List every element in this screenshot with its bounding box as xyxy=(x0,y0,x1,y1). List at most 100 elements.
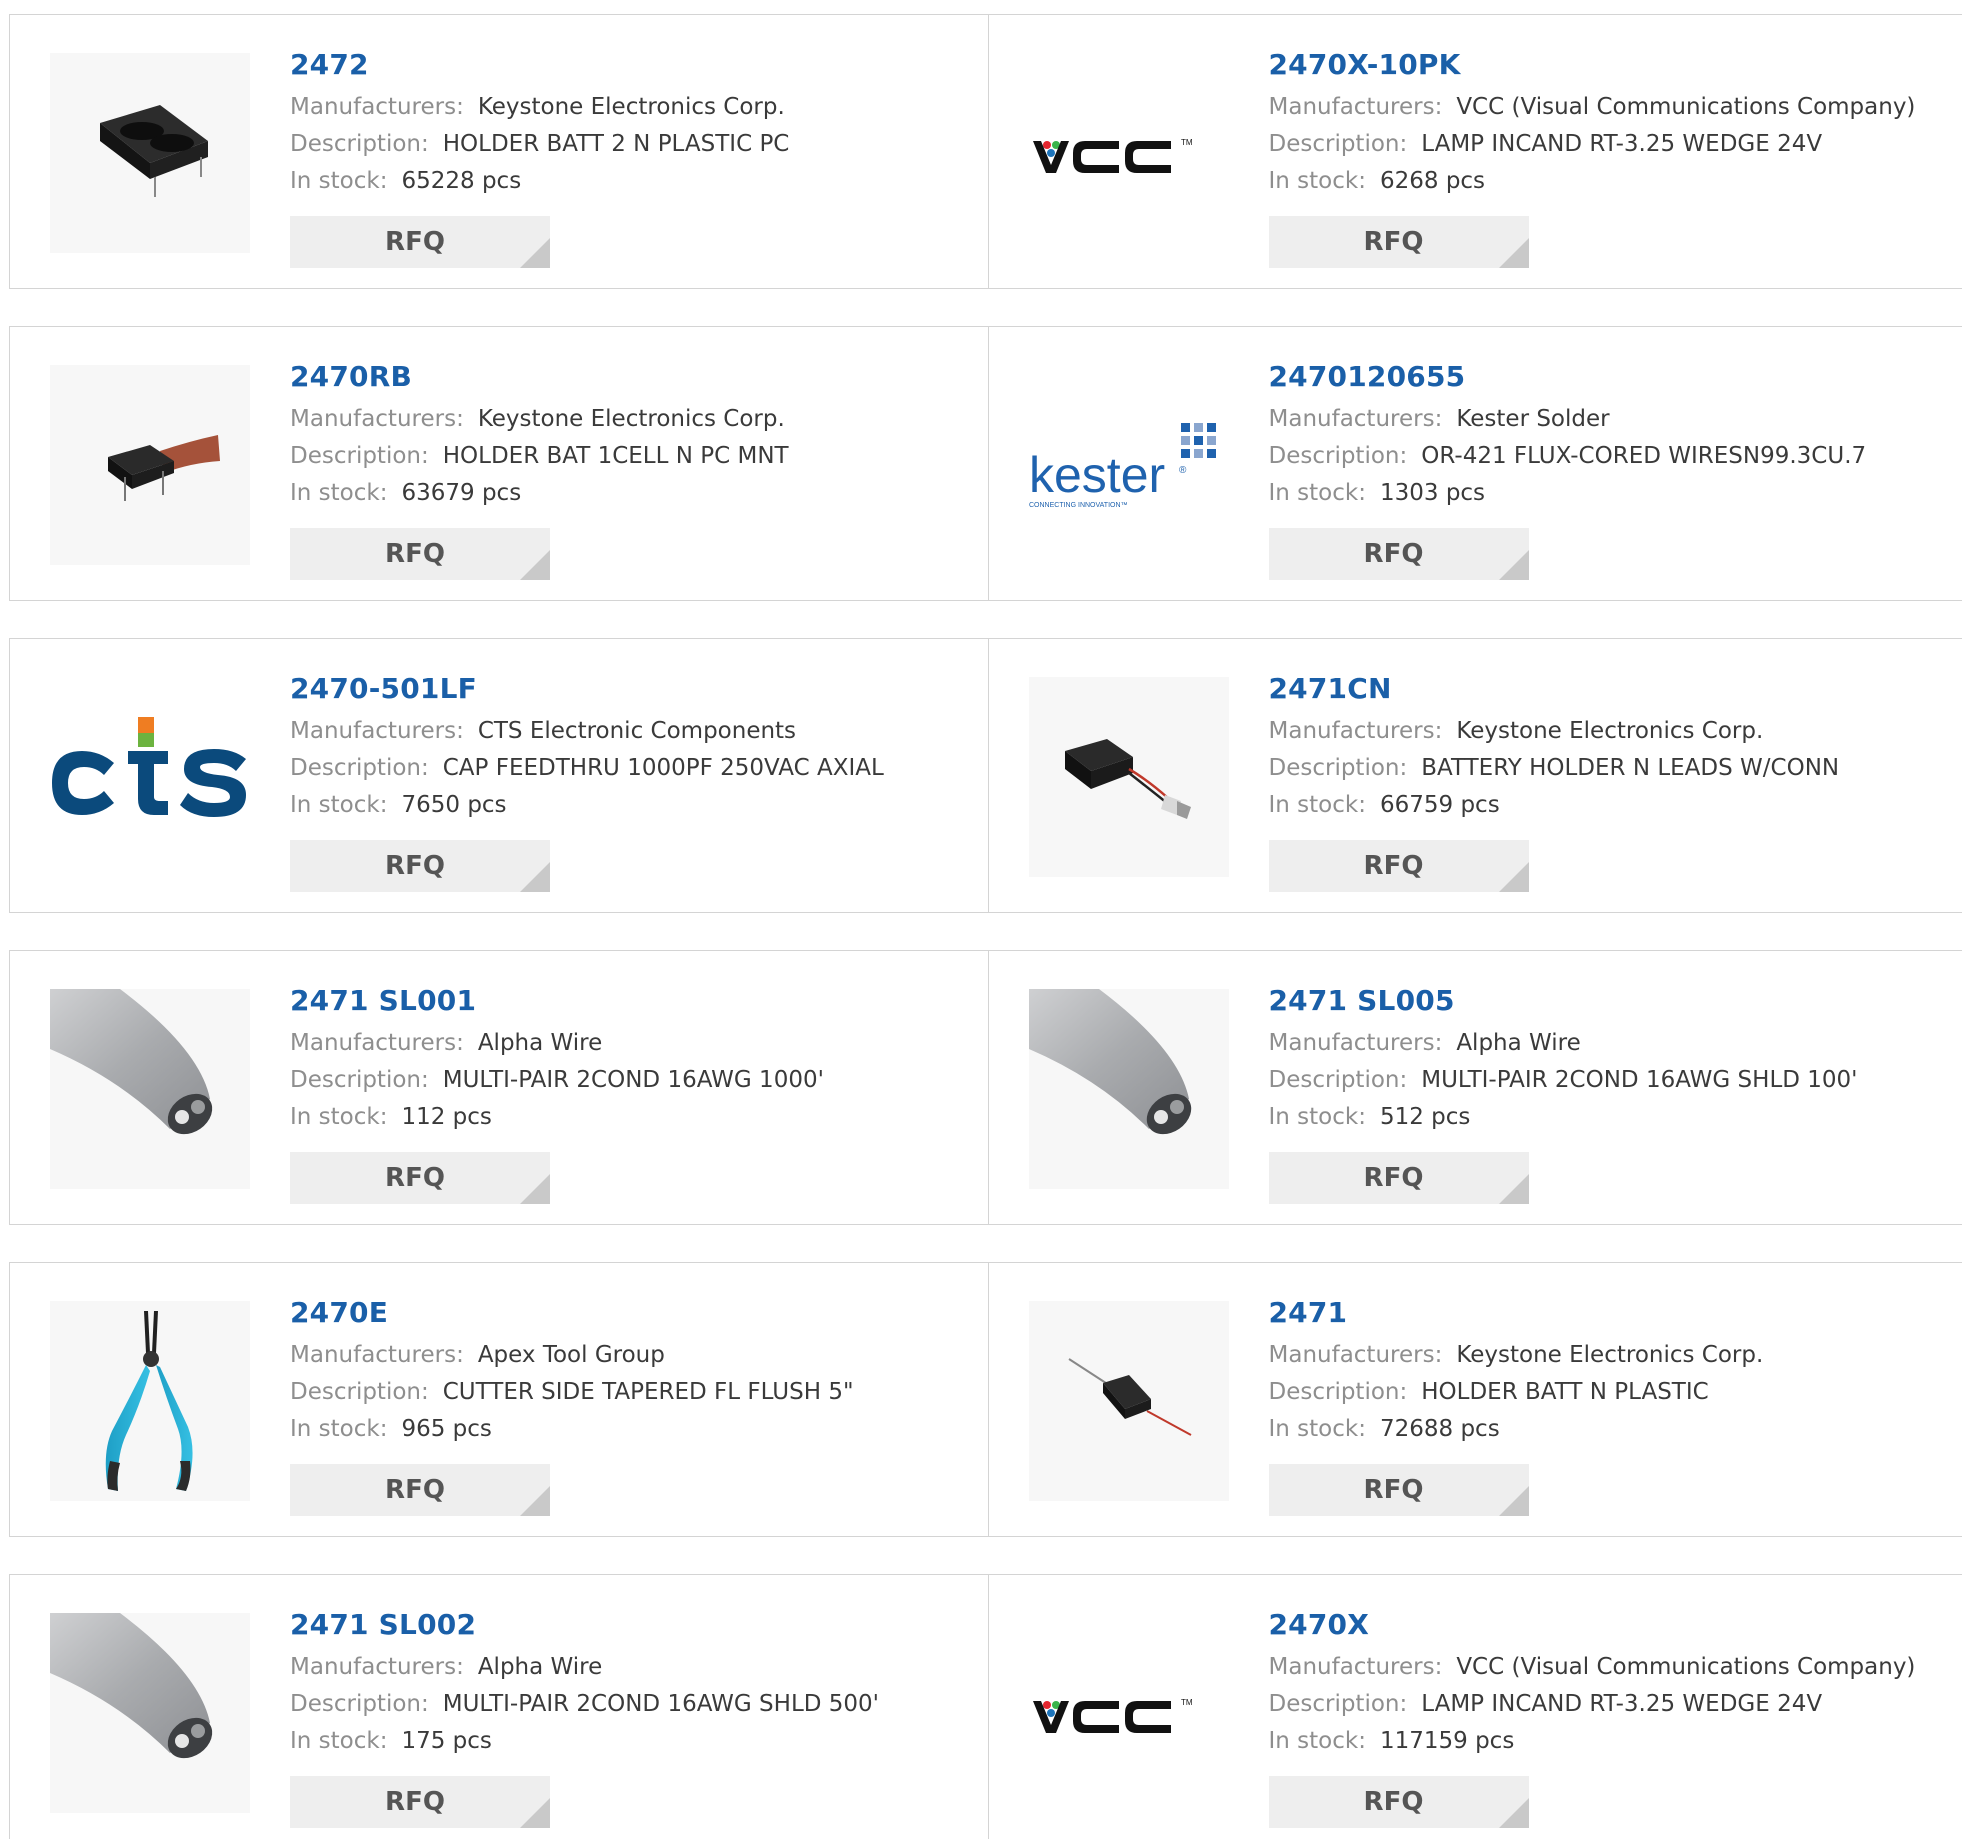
manufacturer-value: Alpha Wire xyxy=(477,1030,603,1056)
part-number-link[interactable]: 2471 SL001 xyxy=(290,981,824,1025)
product-image[interactable]: kester ® CONNECTING INNOVATION™ xyxy=(1029,365,1229,565)
part-number-link[interactable]: 2470RB xyxy=(290,357,789,401)
product-card: 2470-501LF Manufacturers: CTS Electronic … xyxy=(10,639,988,912)
product-image[interactable] xyxy=(50,989,250,1189)
rfq-button[interactable]: RFQ xyxy=(1268,216,1529,268)
part-number-link[interactable]: 2471 SL005 xyxy=(1269,981,1858,1025)
manufacturers-label: Manufacturers: xyxy=(1268,718,1443,744)
rfq-button-label: RFQ xyxy=(1363,1475,1424,1505)
rfq-button[interactable]: RFQ xyxy=(1268,1464,1529,1516)
product-image[interactable] xyxy=(50,365,250,565)
part-number-link[interactable]: 2470X-10PK xyxy=(1269,45,1916,89)
manufacturer-value: CTS Electronic Components xyxy=(477,718,797,744)
description-value: MULTI-PAIR 2COND 16AWG SHLD 100' xyxy=(1421,1067,1858,1093)
product-card: 2472 Manufacturers: Keystone Electronics … xyxy=(10,15,988,288)
description-label: Description: xyxy=(1268,1067,1408,1093)
description-label: Description: xyxy=(290,443,429,469)
stock-label: In stock: xyxy=(1268,480,1366,506)
stock-label: In stock: xyxy=(1268,1416,1366,1442)
cts-logo xyxy=(52,717,246,817)
rfq-button[interactable]: RFQ xyxy=(1268,1152,1529,1204)
product-card: TM 2470X-10PK Manufacturers: VCC (Visual … xyxy=(987,15,1962,288)
product-card: 2471 SL002 Manufacturers: Alpha Wire Desc… xyxy=(10,1575,988,1839)
product-card: 2471CN Manufacturers: Keystone Electronic… xyxy=(987,639,1962,912)
manufacturers-label: Manufacturers: xyxy=(1268,1030,1443,1056)
description-line: Description: BATTERY HOLDER N LEADS W/CON… xyxy=(1269,750,1840,787)
stock-value: 6268 pcs xyxy=(1379,168,1486,194)
part-number-link[interactable]: 2470-501LF xyxy=(290,669,884,713)
description-line: Description: OR-421 FLUX-CORED WIRESN99.3… xyxy=(1269,438,1867,475)
part-number-link[interactable]: 2470E xyxy=(290,1293,854,1337)
rfq-button-label: RFQ xyxy=(1363,539,1424,569)
description-line: Description: CAP FEEDTHRU 1000PF 250VAC A… xyxy=(290,750,884,787)
corner-triangle-icon xyxy=(1498,1798,1529,1828)
product-card: TM 2470X Manufacturers: VCC (Visual Commu… xyxy=(987,1575,1962,1839)
rfq-button[interactable]: RFQ xyxy=(290,1776,550,1828)
stock-value: 117159 pcs xyxy=(1379,1728,1515,1754)
product-image[interactable] xyxy=(50,677,250,877)
product-image[interactable] xyxy=(50,53,250,253)
rfq-button[interactable]: RFQ xyxy=(290,528,550,580)
product-card: 2471 SL005 Manufacturers: Alpha Wire Desc… xyxy=(987,951,1962,1224)
pliers-image xyxy=(105,1311,193,1491)
part-number-link[interactable]: 2471 SL002 xyxy=(290,1605,879,1649)
manufacturer-line: Manufacturers: Kester Solder xyxy=(1269,401,1867,438)
rfq-button[interactable]: RFQ xyxy=(290,216,550,268)
product-image[interactable] xyxy=(1028,677,1229,877)
rfq-button[interactable]: RFQ xyxy=(1268,840,1529,892)
manufacturer-value: Keystone Electronics Corp. xyxy=(1456,1342,1764,1368)
description-line: Description: MULTI-PAIR 2COND 16AWG SHLD … xyxy=(1269,1062,1858,1099)
stock-value: 175 pcs xyxy=(401,1728,492,1754)
rfq-button-label: RFQ xyxy=(1363,227,1424,257)
stock-value: 72688 pcs xyxy=(1379,1416,1500,1442)
stock-line: In stock: 7650 pcs xyxy=(290,787,884,824)
part-number-link[interactable]: 2471 xyxy=(1269,1293,1764,1337)
manufacturers-label: Manufacturers: xyxy=(290,718,464,744)
svg-text:TM: TM xyxy=(1181,138,1193,147)
product-card: kester ® CONNECTING INNOVATION™ 24701206… xyxy=(987,327,1962,600)
vcc-logo: TM xyxy=(1032,138,1193,173)
part-number-link[interactable]: 2472 xyxy=(290,45,789,89)
stock-line: In stock: 66759 pcs xyxy=(1269,787,1840,824)
product-image[interactable] xyxy=(50,1613,250,1813)
corner-triangle-icon xyxy=(1498,1486,1529,1516)
corner-triangle-icon xyxy=(520,1486,550,1516)
cable-image xyxy=(50,1613,213,1759)
stock-value: 965 pcs xyxy=(401,1416,492,1442)
stock-line: In stock: 965 pcs xyxy=(290,1411,854,1448)
part-number-link[interactable]: 2471CN xyxy=(1269,669,1840,713)
product-image[interactable]: TM xyxy=(1029,1613,1229,1813)
product-row: 2471 SL002 Manufacturers: Alpha Wire Desc… xyxy=(9,1574,1962,1839)
description-value: BATTERY HOLDER N LEADS W/CONN xyxy=(1421,755,1840,781)
product-image[interactable] xyxy=(1028,989,1229,1189)
stock-line: In stock: 1303 pcs xyxy=(1269,475,1867,512)
product-image[interactable]: TM xyxy=(1029,53,1229,253)
rfq-button[interactable]: RFQ xyxy=(1268,1776,1529,1828)
manufacturer-value: Keystone Electronics Corp. xyxy=(1456,718,1764,744)
product-image[interactable] xyxy=(50,1301,250,1501)
manufacturer-line: Manufacturers: Keystone Electronics Corp. xyxy=(1269,1337,1764,1374)
product-image[interactable] xyxy=(1028,1301,1229,1501)
rfq-button[interactable]: RFQ xyxy=(1268,528,1529,580)
product-row: 2472 Manufacturers: Keystone Electronics … xyxy=(9,14,1962,289)
manufacturers-label: Manufacturers: xyxy=(290,406,464,432)
part-number-link[interactable]: 2470X xyxy=(1269,1605,1916,1649)
corner-triangle-icon xyxy=(520,238,550,268)
product-row: 2470E Manufacturers: Apex Tool Group Desc… xyxy=(9,1262,1962,1537)
stock-line: In stock: 63679 pcs xyxy=(290,475,789,512)
product-card: 2470E Manufacturers: Apex Tool Group Desc… xyxy=(10,1263,988,1536)
corner-triangle-icon xyxy=(520,862,550,892)
rfq-button[interactable]: RFQ xyxy=(290,1152,550,1204)
rfq-button[interactable]: RFQ xyxy=(290,840,550,892)
stock-line: In stock: 65228 pcs xyxy=(290,163,789,200)
rfq-button[interactable]: RFQ xyxy=(290,1464,550,1516)
description-line: Description: LAMP INCAND RT-3.25 WEDGE 24… xyxy=(1269,1686,1916,1723)
product-row: 2471 SL001 Manufacturers: Alpha Wire Desc… xyxy=(9,950,1962,1225)
battery-holder-leads-image xyxy=(1067,1358,1191,1436)
manufacturers-label: Manufacturers: xyxy=(290,1654,464,1680)
rfq-button-label: RFQ xyxy=(385,1475,445,1505)
part-number-link[interactable]: 2470120655 xyxy=(1269,357,1867,401)
cable-image xyxy=(1028,989,1191,1135)
corner-triangle-icon xyxy=(520,1798,550,1828)
stock-line: In stock: 117159 pcs xyxy=(1269,1723,1916,1760)
